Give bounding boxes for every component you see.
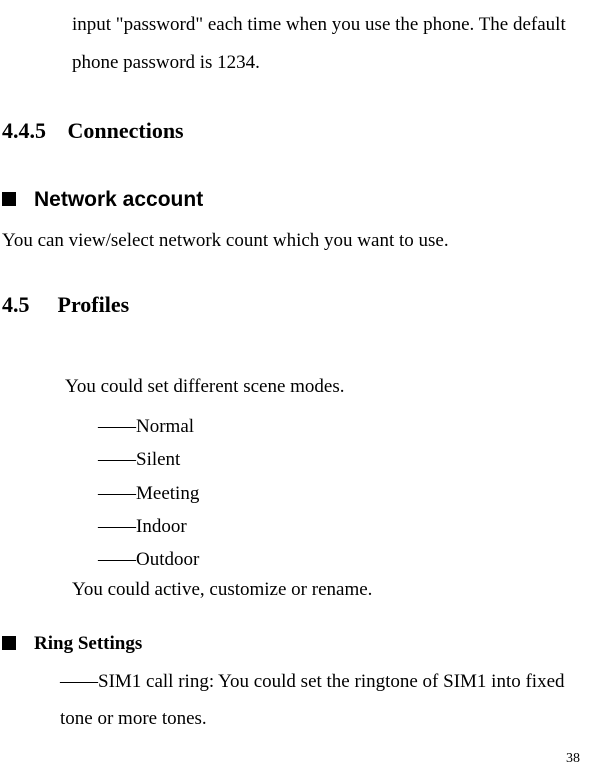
- section-45-heading: 4.5 Profiles: [2, 292, 590, 318]
- section-45-title: Profiles: [58, 292, 130, 317]
- intro-paragraph: input "password" each time when you use …: [72, 6, 590, 82]
- section-445-heading: 4.4.5 Connections: [2, 118, 590, 144]
- section-45-number: 4.5: [2, 292, 52, 318]
- ring-settings-heading: Ring Settings: [2, 633, 590, 655]
- page-number: 38: [566, 751, 580, 767]
- square-bullet-icon: [2, 192, 16, 206]
- network-account-title: Network account: [34, 188, 203, 211]
- section-445-number: 4.4.5: [2, 118, 62, 144]
- profile-item-silent: ——Silent: [98, 443, 590, 476]
- ring-settings-title: Ring Settings: [34, 633, 142, 654]
- profile-item-meeting: ——Meeting: [98, 477, 590, 510]
- network-account-heading: Network account: [2, 188, 590, 212]
- scene-modes-description: You could set different scene modes.: [65, 376, 590, 398]
- profile-item-normal: ——Normal: [98, 410, 590, 443]
- profile-active-description: You could active, customize or rename.: [72, 579, 590, 601]
- network-account-description: You can view/select network count which …: [2, 230, 590, 252]
- profile-item-indoor: ——Indoor: [98, 510, 590, 543]
- profile-item-outdoor: ——Outdoor: [98, 543, 590, 576]
- section-445-title: Connections: [68, 118, 184, 143]
- profile-list: ——Normal ——Silent ——Meeting ——Indoor ——O…: [98, 410, 590, 576]
- square-bullet-icon: [2, 636, 16, 650]
- ring-settings-description: ――SIM1 call ring: You could set the ring…: [60, 663, 590, 737]
